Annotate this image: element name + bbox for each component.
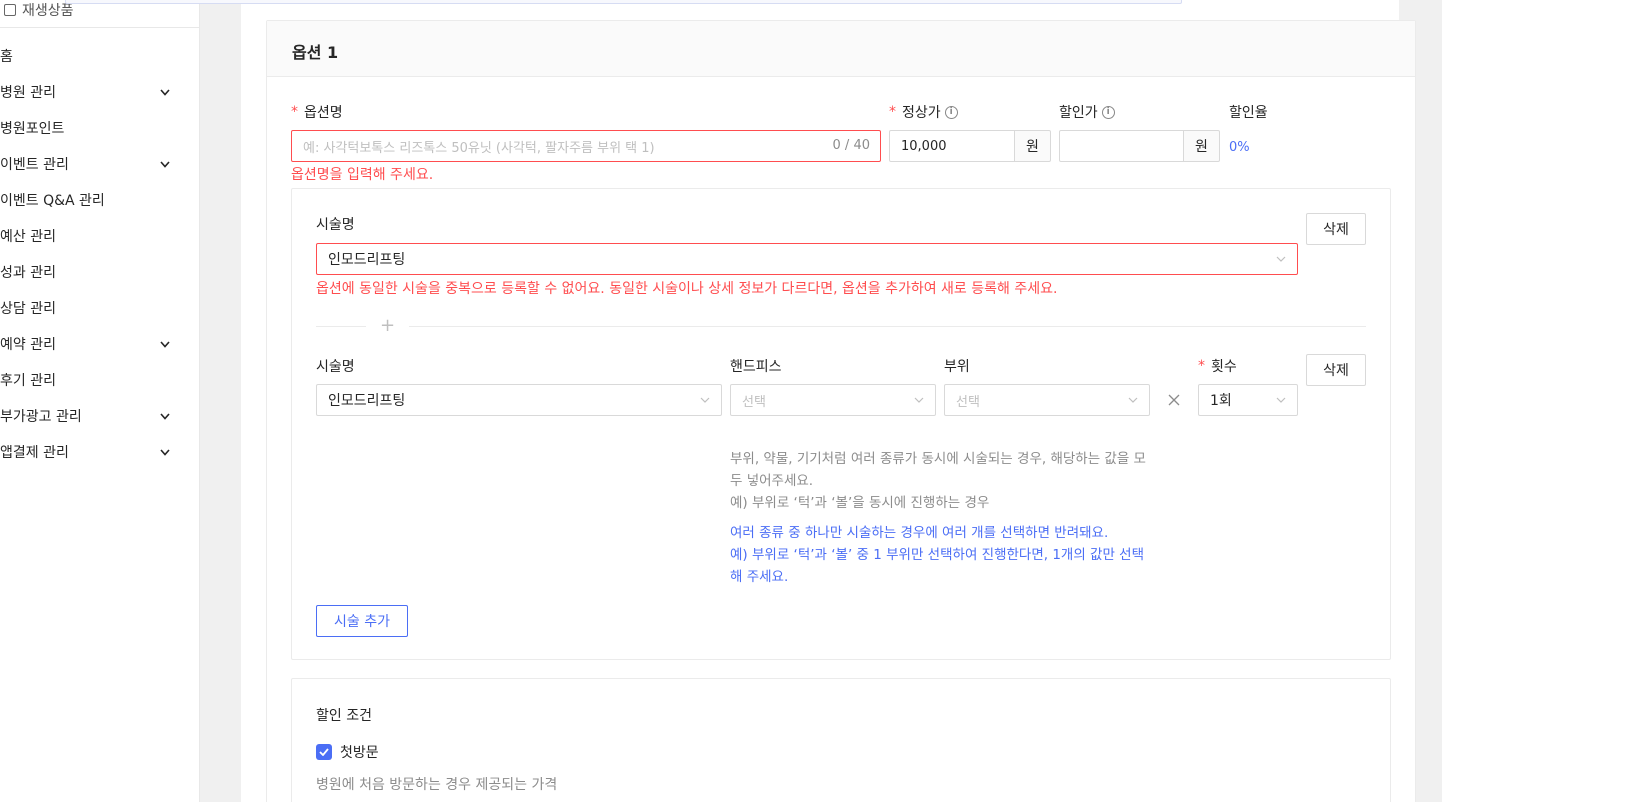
sidebar-item[interactable]: 상담 관리 <box>0 290 190 326</box>
sidebar-item-label: 상담 관리 <box>0 301 56 317</box>
remove-icon[interactable] <box>1167 393 1181 407</box>
chevron-down-icon <box>158 337 172 351</box>
sidebar-item-label: 후기 관리 <box>0 373 56 389</box>
sidebar-item-label: 예약 관리 <box>0 337 56 353</box>
area-select[interactable]: 선택 <box>944 384 1150 416</box>
info-icon[interactable]: i <box>944 105 958 119</box>
option-name-counter: 0 / 40 <box>832 138 870 153</box>
discount-conditions-title: 할인 조건 <box>316 708 372 724</box>
discount-price-unit: 원 <box>1183 130 1220 162</box>
option-name-error: 옵션명을 입력해 주세요. <box>291 167 434 183</box>
sidebar-item[interactable]: 예약 관리 <box>0 326 190 362</box>
sidebar-item[interactable]: 병원 관리 <box>0 74 190 110</box>
sidebar-item[interactable]: 홈 <box>0 38 190 74</box>
multi-select-example: 예) 부위로 ‘턱’과 ‘볼’을 동시에 진행하는 경우 <box>730 495 990 511</box>
chevron-down-icon <box>158 85 172 99</box>
first-visit-checkbox[interactable] <box>316 744 332 760</box>
discount-price-label: 할인가 i <box>1059 102 1115 122</box>
divider <box>316 326 366 327</box>
sidebar-top-item[interactable]: 재생상품 <box>0 0 200 28</box>
area-label: 부위 <box>944 359 970 375</box>
delete-procedure-button[interactable]: 삭제 <box>1306 354 1366 386</box>
handpiece-select[interactable]: 선택 <box>730 384 936 416</box>
plus-icon[interactable]: + <box>380 315 395 336</box>
info-banner-edge <box>65 0 1182 4</box>
count-label: * 횟수 <box>1198 358 1237 375</box>
sidebar-item[interactable]: 성과 관리 <box>0 254 190 290</box>
sidebar-item[interactable]: 앱결제 관리 <box>0 434 190 470</box>
chevron-down-icon <box>158 445 172 459</box>
divider <box>409 326 1366 327</box>
price-input[interactable]: 10,000 <box>889 130 1015 162</box>
option-title: 옵션 1 <box>292 43 339 62</box>
price-unit: 원 <box>1014 130 1051 162</box>
discount-price-input[interactable] <box>1059 130 1184 162</box>
chevron-down-icon <box>914 395 924 405</box>
chevron-down-icon <box>1276 395 1286 405</box>
procedure-select[interactable]: 인모드리프팅 <box>316 384 722 416</box>
single-select-warning: 여러 종류 중 하나만 시술하는 경우에 여러 개를 선택하면 반려돼요. <box>730 525 1109 541</box>
single-select-example: 예) 부위로 ‘턱’과 ‘볼’ 중 1 부위만 선택하여 진행한다면, 1개의 … <box>730 547 1145 585</box>
sidebar-item[interactable]: 예산 관리 <box>0 218 190 254</box>
chevron-down-icon <box>158 157 172 171</box>
sidebar-item[interactable]: 이벤트 관리 <box>0 146 190 182</box>
sidebar-item-label: 이벤트 Q&A 관리 <box>0 193 105 209</box>
sidebar-item-label: 홈 <box>0 49 13 65</box>
discount-rate-value: 0% <box>1229 140 1250 155</box>
sidebar-item-label: 부가광고 관리 <box>0 409 82 425</box>
info-icon[interactable]: i <box>1101 105 1115 119</box>
count-select[interactable]: 1회 <box>1198 384 1298 416</box>
sidebar-item-label: 이벤트 관리 <box>0 157 69 173</box>
option-name-input[interactable]: 예: 사각턱보톡스 리즈톡스 50유닛 (사각턱, 팔자주름 부위 택 1) 0… <box>291 130 881 162</box>
chevron-down-icon <box>700 395 710 405</box>
add-procedure-button[interactable]: 시술 추가 <box>316 605 408 637</box>
option-name-placeholder: 예: 사각턱보톡스 리즈톡스 50유닛 (사각턱, 팔자주름 부위 택 1) <box>303 140 655 156</box>
sidebar-item[interactable]: 부가광고 관리 <box>0 398 190 434</box>
first-visit-description: 병원에 처음 방문하는 경우 제공되는 가격 <box>316 777 558 793</box>
right-gutter <box>1442 0 1633 802</box>
sidebar-item-label: 앱결제 관리 <box>0 445 69 461</box>
procedure-select[interactable]: 인모드리프팅 <box>316 243 1298 275</box>
first-visit-label: 첫방문 <box>340 745 379 761</box>
delete-procedure-button[interactable]: 삭제 <box>1306 213 1366 245</box>
sidebar-item[interactable]: 후기 관리 <box>0 362 190 398</box>
procedure-name-label: 시술명 <box>316 359 355 375</box>
procedure-duplicate-error: 옵션에 동일한 시술을 중복으로 등록할 수 없어요. 동일한 시술이나 상세 … <box>316 281 1058 297</box>
sidebar-item[interactable]: 이벤트 Q&A 관리 <box>0 182 190 218</box>
sidebar-item-label: 병원포인트 <box>0 121 65 137</box>
price-label: * 정상가 i <box>889 102 958 122</box>
procedure-name-label: 시술명 <box>316 217 355 233</box>
sidebar-item-label: 병원 관리 <box>0 85 56 101</box>
check-icon <box>319 748 329 756</box>
option-card-header: 옵션 1 <box>267 21 1415 77</box>
handpiece-label: 핸드피스 <box>730 359 782 375</box>
chevron-down-icon <box>1128 395 1138 405</box>
sidebar-item-label: 예산 관리 <box>0 229 56 245</box>
sidebar-item-label: 성과 관리 <box>0 265 56 281</box>
discount-rate-label: 할인율 <box>1229 105 1268 121</box>
chevron-down-icon <box>158 409 172 423</box>
option-name-label: * 옵션명 <box>291 104 343 121</box>
chevron-down-icon <box>1276 254 1286 264</box>
document-icon <box>4 3 16 16</box>
sidebar-item[interactable]: 병원포인트 <box>0 110 190 146</box>
multi-select-hint: 부위, 약물, 기기처럼 여러 종류가 동시에 시술되는 경우, 해당하는 값을… <box>730 451 1146 489</box>
